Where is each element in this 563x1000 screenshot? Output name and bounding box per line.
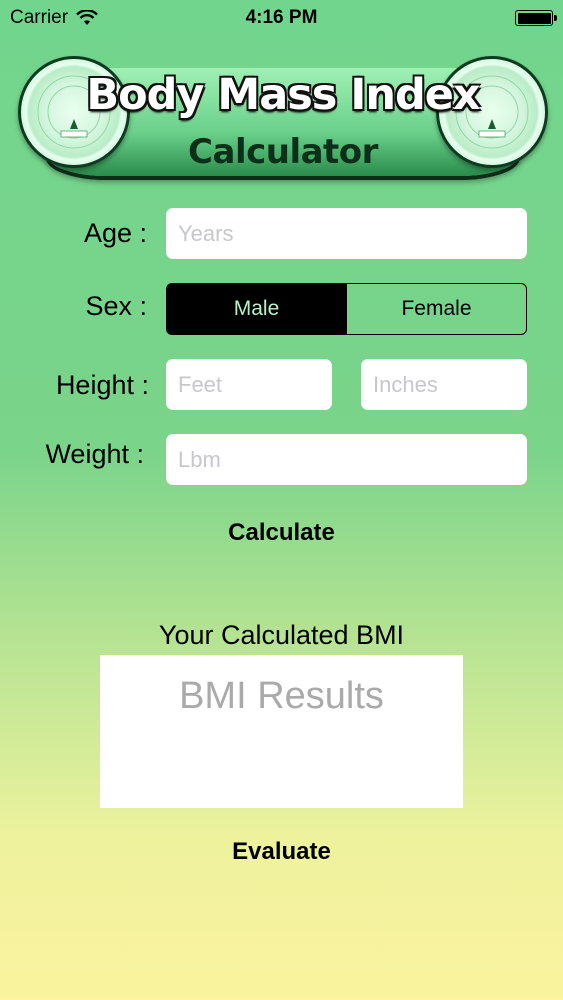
app-subtitle: Calculator (188, 132, 378, 172)
status-bar: Carrier 4:16 PM (0, 0, 563, 36)
battery-icon (515, 10, 557, 26)
height-inches-container (361, 359, 527, 410)
battery-tip (554, 15, 557, 21)
height-feet-container (166, 359, 332, 410)
height-feet-input[interactable] (178, 359, 320, 410)
weight-field-container (166, 434, 527, 485)
bmi-result-box: BMI Results (100, 655, 463, 808)
age-label: Age : (83, 218, 147, 248)
bmi-result-text: BMI Results (179, 675, 384, 717)
battery-level (517, 12, 551, 24)
evaluate-button[interactable]: Evaluate (0, 838, 563, 866)
app-title: Body Mass Index (86, 70, 480, 120)
age-input[interactable] (178, 208, 515, 259)
height-label: Height : (55, 370, 149, 400)
weight-label: Weight : (45, 439, 144, 469)
result-heading: Your Calculated BMI (158, 620, 405, 650)
sex-option-male[interactable]: Male (167, 284, 346, 334)
app-banner: Body Mass Index Calculator (18, 56, 548, 178)
height-inches-input[interactable] (373, 359, 515, 410)
sex-segmented-control: Male Female (166, 283, 527, 335)
status-time: 4:16 PM (245, 7, 318, 28)
weight-input[interactable] (178, 434, 515, 485)
calculate-button[interactable]: Calculate (0, 519, 563, 547)
sex-option-female[interactable]: Female (346, 284, 526, 334)
age-field-container (166, 208, 527, 259)
sex-label: Sex : (85, 291, 147, 321)
